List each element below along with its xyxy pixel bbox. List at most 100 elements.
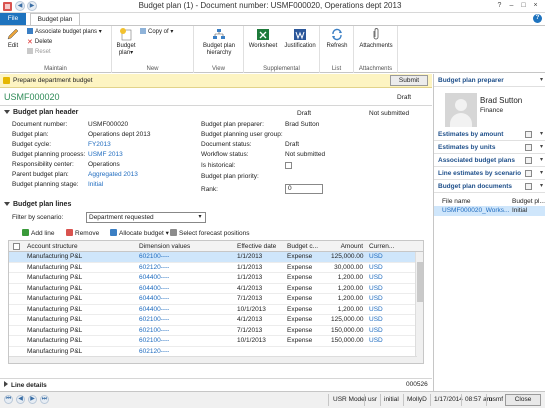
table-cell[interactable]: Manufacturing P&L — [25, 315, 137, 325]
budget-plan-header-section[interactable]: Budget plan header — [4, 109, 78, 116]
table-cell[interactable]: USD — [367, 252, 401, 262]
scenario-filter-select[interactable]: Department requested ▾ — [86, 212, 206, 223]
column-header[interactable]: Effective date — [235, 241, 285, 252]
table-cell[interactable]: 1/1/2013 — [235, 263, 285, 273]
first-record-icon[interactable]: ⏮ — [4, 395, 13, 404]
factbox-preparer[interactable]: Budget plan preparer ▾ — [434, 74, 545, 87]
table-cell[interactable]: USD — [367, 294, 401, 304]
maximize-button[interactable]: □ — [518, 1, 529, 11]
table-cell[interactable]: 1/1/2013 — [235, 273, 285, 283]
table-cell[interactable]: 1/1/2013 — [235, 252, 285, 262]
table-cell[interactable]: 602120---- — [137, 347, 235, 357]
table-row[interactable]: Manufacturing P&L 602100---- 4/1/2013 Expen… — [9, 315, 417, 326]
table-cell[interactable]: 604400---- — [137, 284, 235, 294]
budget-cycle-link[interactable]: FY2013 — [88, 141, 111, 148]
select-all-checkbox[interactable] — [13, 243, 20, 250]
table-cell[interactable]: Manufacturing P&L — [25, 252, 137, 262]
minimize-button[interactable]: – — [506, 1, 517, 11]
help-icon[interactable]: ? — [494, 1, 505, 11]
column-header[interactable]: Curren... — [367, 241, 401, 252]
table-cell[interactable]: Expense — [285, 305, 329, 315]
table-cell[interactable] — [329, 347, 365, 357]
rank-input[interactable]: 0 — [285, 184, 323, 194]
attachments-button[interactable]: Attachments — [356, 28, 396, 50]
table-cell[interactable]: 602100---- — [137, 326, 235, 336]
remove-button[interactable]: Remove — [66, 229, 99, 237]
horizontal-scrollbar[interactable] — [9, 356, 417, 363]
table-cell[interactable]: 125,000.00 — [329, 252, 365, 262]
table-cell[interactable]: 602100---- — [137, 252, 235, 262]
delete-button[interactable]: ✕ Delete — [27, 38, 52, 46]
table-cell[interactable]: 150,000.00 — [329, 326, 365, 336]
table-cell[interactable]: 602100---- — [137, 336, 235, 346]
column-header[interactable]: Amount — [329, 241, 365, 252]
table-cell[interactable]: 602120---- — [137, 263, 235, 273]
table-cell[interactable] — [235, 347, 285, 357]
table-cell[interactable]: 4/1/2013 — [235, 284, 285, 294]
last-record-icon[interactable]: ⏭ — [40, 395, 49, 404]
table-row[interactable]: Manufacturing P&L 604400---- 10/1/2013 Expe… — [9, 305, 417, 315]
table-cell[interactable]: Expense — [285, 326, 329, 336]
factbox-estimates-amount[interactable]: Estimates by amount ▾ — [434, 128, 545, 141]
planning-stage-link[interactable]: Initial — [88, 181, 103, 188]
submit-button[interactable]: Submit — [390, 75, 428, 86]
table-cell[interactable]: 604400---- — [137, 294, 235, 304]
table-cell[interactable]: 1,200.00 — [329, 284, 365, 294]
vertical-scrollbar[interactable] — [415, 252, 423, 363]
table-row[interactable]: Manufacturing P&L 602100---- 7/1/2013 Expen… — [9, 326, 417, 336]
justification-button[interactable]: Justification — [281, 28, 319, 50]
back-arrow-icon[interactable]: ◀ — [15, 1, 25, 11]
table-cell[interactable]: Expense — [285, 273, 329, 283]
column-header[interactable]: Budget c... — [285, 241, 329, 252]
table-cell[interactable]: 1,200.00 — [329, 294, 365, 304]
table-row[interactable]: Manufacturing P&L 604400---- 7/1/2013 Expen… — [9, 294, 417, 305]
table-cell[interactable]: USD — [367, 336, 401, 346]
table-cell[interactable]: Manufacturing P&L — [25, 284, 137, 294]
help-question-icon[interactable]: ? — [533, 14, 542, 23]
table-cell[interactable]: Expense — [285, 315, 329, 325]
line-details-section[interactable]: Line details 000526 — [0, 378, 432, 389]
document-file-link[interactable]: USMF000020_Works... — [442, 207, 509, 214]
associate-budget-plans-button[interactable]: Associate budget plans ▾ — [27, 28, 102, 36]
budget-plan-hierarchy-button[interactable]: Budget plan hierarchy — [197, 28, 241, 57]
table-cell[interactable] — [285, 347, 329, 357]
table-row[interactable]: Manufacturing P&L 604400---- 4/1/2013 Expen… — [9, 284, 417, 294]
scrollbar-thumb[interactable] — [417, 262, 423, 302]
table-cell[interactable]: 7/1/2013 — [235, 294, 285, 304]
table-cell[interactable]: 7/1/2013 — [235, 326, 285, 336]
table-cell[interactable]: USD — [367, 284, 401, 294]
table-row[interactable]: Manufacturing P&L 602100---- 10/1/2013 Expe… — [9, 336, 417, 347]
table-cell[interactable]: USD — [367, 326, 401, 336]
table-cell[interactable]: 1,200.00 — [329, 273, 365, 283]
table-cell[interactable]: Expense — [285, 252, 329, 262]
table-cell[interactable]: USD — [367, 305, 401, 315]
table-cell[interactable]: 150,000.00 — [329, 336, 365, 346]
file-tab[interactable]: File — [0, 13, 26, 25]
forward-arrow-icon[interactable]: ▶ — [27, 1, 37, 11]
tab-budget-plan[interactable]: Budget plan — [30, 13, 80, 25]
table-cell[interactable]: Manufacturing P&L — [25, 294, 137, 304]
table-cell[interactable]: USD — [367, 273, 401, 283]
table-cell[interactable]: Manufacturing P&L — [25, 336, 137, 346]
factbox-line-estimates[interactable]: Line estimates by scenario ▾ — [434, 167, 545, 180]
table-cell[interactable]: 1,200.00 — [329, 305, 365, 315]
close-window-button[interactable]: × — [530, 1, 541, 11]
table-cell[interactable]: Manufacturing P&L — [25, 263, 137, 273]
table-cell[interactable]: Expense — [285, 263, 329, 273]
table-cell[interactable]: Expense — [285, 284, 329, 294]
allocate-budget-button[interactable]: Allocate budget ▾ — [110, 229, 169, 237]
table-cell[interactable]: Expense — [285, 336, 329, 346]
add-line-button[interactable]: Add line — [22, 229, 55, 237]
table-cell[interactable]: 10/1/2013 — [235, 336, 285, 346]
table-cell[interactable]: Manufacturing P&L — [25, 305, 137, 315]
reset-button[interactable]: Reset — [27, 48, 51, 56]
edit-button[interactable]: Edit — [4, 28, 22, 50]
table-cell[interactable]: 10/1/2013 — [235, 305, 285, 315]
column-header[interactable]: Dimension values — [137, 241, 235, 252]
table-cell[interactable]: Manufacturing P&L — [25, 326, 137, 336]
table-row[interactable]: Manufacturing P&L 602100---- 1/1/2013 Expen… — [9, 252, 417, 263]
table-cell[interactable]: 30,000.00 — [329, 263, 365, 273]
table-row[interactable]: Manufacturing P&L 604400---- 1/1/2013 Expen… — [9, 273, 417, 284]
next-record-icon[interactable]: ▶ — [28, 395, 37, 404]
table-cell[interactable]: USD — [367, 263, 401, 273]
